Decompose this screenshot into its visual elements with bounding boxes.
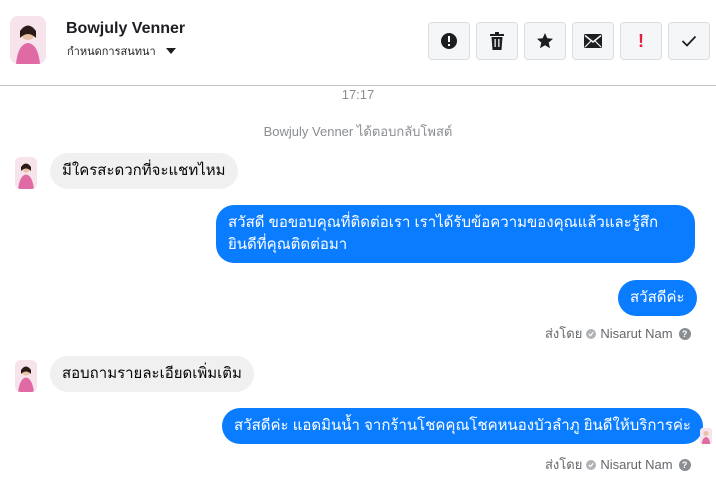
message-text-line: ยินดีที่คุณติดต่อมา — [228, 236, 348, 253]
message-bubble-incoming: มีใครสะดวกที่จะแชทไหม — [50, 153, 238, 189]
message-bubble-outgoing: สวัสดี ขอขอบคุณที่ติดต่อเรา เราได้รับข้อ… — [216, 205, 695, 263]
contact-name: Bowjuly Venner — [66, 20, 186, 37]
message-text-line: สวัสดี ขอขอบคุณที่ติดต่อเรา เราได้รับข้อ… — [228, 214, 659, 231]
sent-check-icon — [586, 459, 597, 470]
seen-avatar — [700, 428, 712, 444]
message-bubble-outgoing: สวัสดีค่ะ — [618, 280, 697, 316]
sent-check-icon — [586, 328, 597, 339]
caret-down-icon — [165, 48, 176, 54]
message-bubble-outgoing: สวัสดีค่ะ แอดมินน้ำ จากร้านโชคคุณโชคหนอง… — [222, 408, 703, 444]
star-icon — [537, 33, 553, 49]
sender-name[interactable]: Nisarut Nam — [600, 326, 672, 341]
delete-button[interactable] — [476, 22, 518, 60]
sent-by-prefix: ส่งโดย — [545, 326, 583, 341]
message-timestamp: 17:17 — [341, 87, 375, 102]
help-icon[interactable]: ? — [678, 458, 691, 471]
mark-important-button[interactable] — [428, 22, 470, 60]
spam-button[interactable]: ! — [620, 22, 662, 60]
conversation-schedule-dropdown[interactable]: กำหนดการสนทนา — [67, 42, 176, 60]
system-note: Bowjuly Venner ได้ตอบกลับโพสต์ — [263, 124, 453, 139]
message-bubble-incoming: สอบถามรายละเอียดเพิ่มเติม — [50, 356, 254, 392]
sender-name[interactable]: Nisarut Nam — [600, 457, 672, 472]
sent-by-prefix: ส่งโดย — [545, 457, 583, 472]
help-icon[interactable]: ? — [678, 327, 691, 340]
check-icon — [681, 35, 697, 47]
exclamation-icon: ! — [638, 30, 644, 51]
conversation-schedule-label: กำหนดการสนทนา — [67, 46, 156, 58]
trash-icon — [490, 32, 504, 50]
sent-by-info: ส่งโดย Nisarut Nam ? — [545, 323, 691, 344]
done-button[interactable] — [668, 22, 710, 60]
mail-icon — [584, 34, 602, 48]
conversation-header: Bowjuly Venner กำหนดการสนทนา ! — [0, 0, 716, 86]
conversation-toolbar: ! — [428, 22, 710, 60]
sent-by-info: ส่งโดย Nisarut Nam ? — [545, 454, 691, 475]
customer-avatar — [15, 157, 37, 189]
mark-unread-button[interactable] — [572, 22, 614, 60]
alert-circle-icon — [441, 33, 457, 49]
star-button[interactable] — [524, 22, 566, 60]
contact-avatar[interactable] — [10, 16, 46, 64]
customer-avatar — [15, 360, 37, 392]
